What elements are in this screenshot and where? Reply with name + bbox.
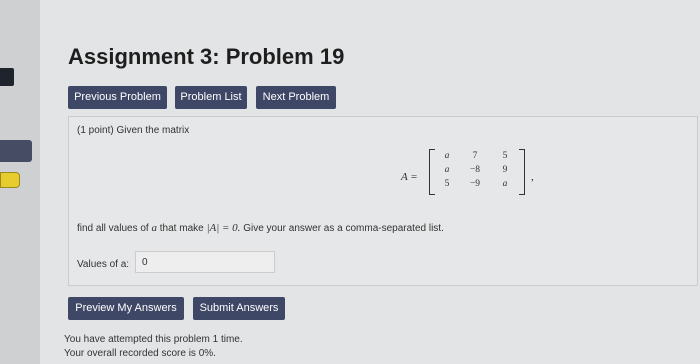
matrix-cell: 5	[502, 151, 508, 161]
page-title: Assignment 3: Problem 19	[68, 44, 345, 69]
attempts-text: You have attempted this problem 1 time.	[64, 334, 243, 345]
menu-marker-icon	[0, 68, 14, 86]
question-text: find all values of a that make |A| = 0. …	[77, 222, 444, 234]
matrix-cell: −8	[469, 165, 481, 175]
matrix-cell: 7	[472, 151, 478, 161]
problem-list-button[interactable]: Problem List	[175, 86, 247, 109]
answer-input[interactable]	[135, 251, 275, 273]
question-mid: that make	[159, 223, 204, 234]
side-navigation	[0, 0, 40, 364]
question-suffix: Give your answer as a comma-separated li…	[243, 223, 444, 234]
preview-answers-button[interactable]: Preview My Answers	[68, 297, 184, 320]
problem-statement: (1 point) Given the matrix	[77, 125, 190, 136]
score-text: Your overall recorded score is 0%.	[64, 348, 216, 359]
matrix-comma: ,	[531, 171, 534, 183]
question-prefix: find all values of	[77, 223, 149, 234]
matrix-cell: a	[444, 151, 450, 161]
answer-label: Values of a:	[77, 259, 130, 270]
problem-panel: (1 point) Given the matrix A = a 7 5 a −…	[68, 116, 698, 286]
matrix-cell: a	[502, 179, 508, 189]
question-variable: a	[151, 222, 158, 234]
matrix: a 7 5 a −8 9 5 −9 a	[429, 149, 525, 195]
main-content: Assignment 3: Problem 19 Previous Proble…	[40, 0, 700, 364]
determinant-condition: |A| = 0.	[206, 222, 241, 234]
matrix-cell: 5	[444, 179, 450, 189]
sidebar-badge-icon	[0, 172, 20, 188]
submit-answers-button[interactable]: Submit Answers	[193, 297, 285, 320]
matrix-label: A =	[401, 171, 418, 183]
matrix-cell: 9	[502, 165, 508, 175]
matrix-cell: −9	[469, 179, 481, 189]
next-problem-button[interactable]: Next Problem	[256, 86, 336, 109]
previous-problem-button[interactable]: Previous Problem	[68, 86, 167, 109]
sidebar-active-item[interactable]	[0, 140, 32, 162]
matrix-cell: a	[444, 165, 450, 175]
right-bracket	[519, 149, 525, 195]
